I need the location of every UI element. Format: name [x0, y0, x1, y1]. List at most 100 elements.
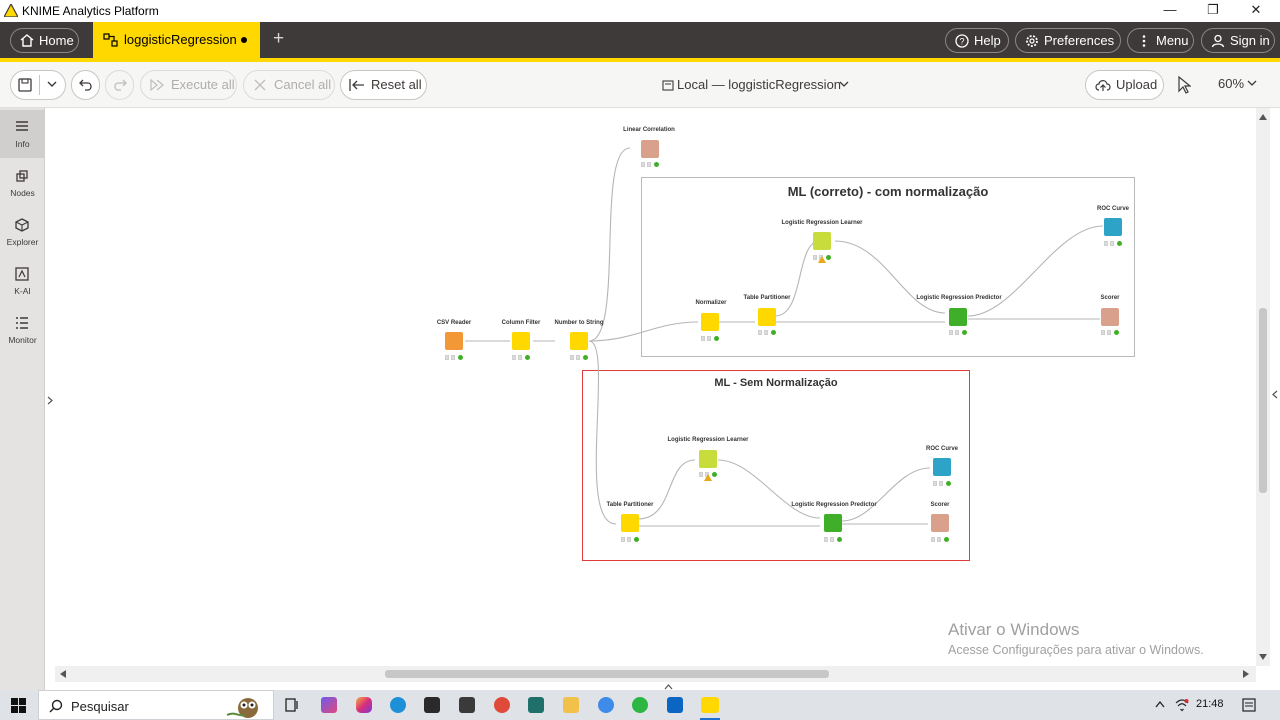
- taskbar-app-chrome-icon[interactable]: [494, 697, 510, 713]
- sidebar-item-nodes[interactable]: Nodes: [0, 159, 45, 207]
- network-icon[interactable]: [1175, 698, 1189, 712]
- reset-all-button[interactable]: Reset all: [340, 70, 427, 100]
- app-title: KNIME Analytics Platform: [22, 4, 159, 18]
- taskbar-app-knime-icon[interactable]: [701, 697, 719, 713]
- sidebar-item-info[interactable]: Info: [0, 110, 45, 158]
- taskbar-app-rk-icon[interactable]: [459, 697, 475, 713]
- node-label-csv-reader: CSV Reader: [436, 320, 472, 326]
- node-label-table-partitioner: Table Partitioner: [743, 295, 791, 301]
- taskbar-search[interactable]: Pesquisar: [38, 690, 274, 720]
- node-number-to-string[interactable]: [570, 332, 588, 350]
- connection: [637, 459, 696, 520]
- task-view-icon[interactable]: [285, 698, 299, 712]
- node-scorer-2[interactable]: [931, 514, 949, 532]
- vertical-scrollbar[interactable]: [1256, 108, 1270, 666]
- sign-in-button[interactable]: Sign in: [1201, 28, 1275, 53]
- save-split-button[interactable]: [10, 70, 66, 100]
- node-table-partitioner-2[interactable]: [621, 514, 639, 532]
- execute-all-button[interactable]: Execute all: [140, 70, 237, 100]
- node-label-number-to-string: Number to String: [554, 320, 604, 326]
- preferences-button[interactable]: Preferences: [1015, 28, 1121, 53]
- scroll-down-icon[interactable]: [1259, 654, 1267, 660]
- node-lr-learner[interactable]: [813, 232, 831, 250]
- taskbar-app-chrome-2-icon[interactable]: [598, 697, 614, 713]
- expand-right-panel-icon[interactable]: [1272, 390, 1278, 399]
- split-divider: [39, 75, 40, 95]
- sidebar-label: Monitor: [8, 335, 37, 345]
- add-tab-button[interactable]: +: [273, 28, 284, 50]
- node-normalizer[interactable]: [701, 313, 719, 331]
- save-icon[interactable]: [18, 78, 32, 92]
- svg-text:?: ?: [959, 37, 964, 47]
- monitor-icon: [16, 317, 28, 329]
- chevron-down-icon[interactable]: [47, 81, 57, 88]
- redo-button[interactable]: [105, 70, 134, 100]
- notification-icon[interactable]: [1242, 698, 1256, 712]
- zoom-level[interactable]: 60%: [1218, 76, 1244, 91]
- reset-icon: [349, 79, 364, 91]
- taskbar-app-edge-icon[interactable]: [390, 697, 406, 713]
- node-label-lr-predictor: Logistic Regression Predictor: [916, 295, 1002, 301]
- node-status: [949, 330, 969, 336]
- sidebar-item-kai[interactable]: K-AI: [0, 257, 45, 305]
- taskbar-app-whatsapp-icon[interactable]: [632, 697, 648, 713]
- workflow-breadcrumb[interactable]: Local — loggisticRegression: [677, 77, 841, 92]
- kebab-menu-icon: [1142, 35, 1146, 47]
- scroll-up-icon[interactable]: [1259, 114, 1267, 120]
- node-roc-curve-2[interactable]: [933, 458, 951, 476]
- home-button[interactable]: Home: [10, 28, 79, 53]
- taskbar-app-game-icon[interactable]: [424, 697, 440, 713]
- home-label: Home: [39, 33, 74, 48]
- scroll-left-icon[interactable]: [60, 670, 66, 678]
- node-status: [445, 355, 465, 361]
- node-label-table-partitioner-2: Table Partitioner: [606, 502, 654, 508]
- tray-chevron-up-icon[interactable]: [1155, 701, 1165, 708]
- node-label-roc-curve: ROC Curve: [1096, 206, 1130, 212]
- close-window-button[interactable]: ✕: [1233, 0, 1279, 22]
- expand-sidebar-icon[interactable]: [47, 396, 53, 405]
- help-button[interactable]: ? Help: [945, 28, 1009, 53]
- vertical-scroll-thumb[interactable]: [1259, 308, 1267, 493]
- node-table-partitioner[interactable]: [758, 308, 776, 326]
- windows-start-icon[interactable]: [11, 698, 26, 713]
- node-roc-curve[interactable]: [1104, 218, 1122, 236]
- node-csv-reader[interactable]: [445, 332, 463, 350]
- node-lr-predictor-2[interactable]: [824, 514, 842, 532]
- minimize-button[interactable]: —: [1147, 0, 1193, 22]
- sign-in-label: Sign in: [1230, 33, 1270, 48]
- tab-loggistic-regression[interactable]: loggisticRegression: [93, 22, 260, 58]
- explorer-icon: [15, 218, 29, 232]
- taskbar-app-copilot-icon[interactable]: [321, 697, 337, 713]
- taskbar-app-file-explorer-icon[interactable]: [563, 697, 579, 713]
- node-scorer[interactable]: [1101, 308, 1119, 326]
- sidebar-item-explorer[interactable]: Explorer: [0, 208, 45, 256]
- taskbar-app-arcgis-icon[interactable]: [528, 697, 544, 713]
- sidebar-item-monitor[interactable]: Monitor: [0, 306, 45, 354]
- node-label-lr-learner: Logistic Regression Learner: [781, 220, 863, 226]
- taskbar-app-instagram-icon[interactable]: [356, 697, 372, 713]
- taskbar-clock[interactable]: 21:48: [1196, 698, 1224, 710]
- node-lr-learner-2[interactable]: [699, 450, 717, 468]
- node-column-filter[interactable]: [512, 332, 530, 350]
- node-status: [641, 162, 661, 168]
- undo-button[interactable]: [71, 70, 100, 100]
- upload-button[interactable]: Upload: [1085, 70, 1164, 100]
- horizontal-scrollbar[interactable]: [55, 666, 1256, 682]
- taskbar-app-linkedin-icon[interactable]: [667, 697, 683, 713]
- cancel-all-button[interactable]: Cancel all: [243, 70, 335, 100]
- workflow-canvas[interactable]: ML (correto) - com normalização ML - Sem…: [55, 108, 1270, 666]
- horizontal-scroll-thumb[interactable]: [385, 670, 829, 678]
- scroll-right-icon[interactable]: [1243, 670, 1249, 678]
- selection-mode-icon[interactable]: [1177, 76, 1191, 94]
- restore-button[interactable]: ❐: [1190, 0, 1236, 22]
- zoom-chevron-icon[interactable]: [1247, 80, 1257, 87]
- connection: [588, 321, 699, 342]
- search-highlight-owl-icon: [226, 698, 258, 718]
- breadcrumb-chevron-icon[interactable]: [839, 81, 849, 88]
- node-lr-predictor[interactable]: [949, 308, 967, 326]
- node-linear-correlation[interactable]: [641, 140, 659, 158]
- connection: [774, 240, 821, 317]
- node-status: [933, 481, 953, 487]
- menu-button[interactable]: Menu: [1127, 28, 1194, 53]
- workflow-icon: [103, 33, 118, 47]
